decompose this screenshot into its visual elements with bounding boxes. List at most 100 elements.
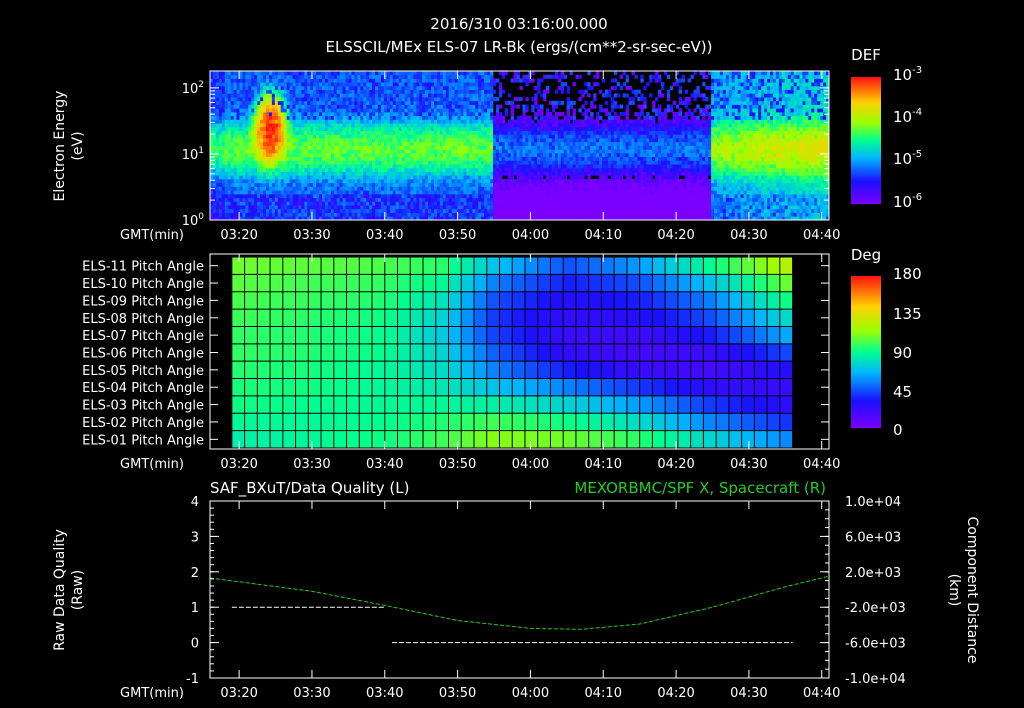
spectrogram-cell	[348, 175, 352, 180]
spectrogram-cell	[566, 190, 571, 195]
spectrogram-cell	[274, 186, 279, 191]
spectrogram-cell	[416, 175, 420, 180]
spectrogram-cell	[563, 193, 568, 199]
spectrogram-cell	[463, 115, 467, 120]
spectrogram-cell	[395, 74, 400, 79]
spectrogram-cell	[593, 104, 597, 109]
spectrogram-cell	[472, 78, 476, 83]
spectrogram-cell	[386, 89, 391, 94]
spectrogram-cell	[215, 167, 220, 172]
spectrogram-cell	[339, 71, 344, 76]
spectrogram-cell	[546, 193, 550, 199]
spectrogram-cell	[451, 123, 456, 128]
spectrogram-cell	[230, 167, 234, 172]
spectrogram-cell	[295, 138, 299, 143]
spectrogram-cell	[466, 156, 470, 161]
spectrogram-cell	[301, 205, 305, 210]
spectrogram-cell	[345, 149, 349, 154]
spectrogram-cell	[210, 175, 214, 180]
spectrogram-cell	[593, 164, 597, 169]
spectrogram-cell	[304, 212, 308, 217]
spectrogram-cell	[431, 78, 435, 83]
spectrogram-cell	[563, 134, 568, 139]
spectrogram-cell	[380, 78, 385, 83]
spectrogram-cell	[569, 145, 573, 150]
spectrogram-cell	[369, 115, 373, 120]
spectrogram-cell	[224, 197, 229, 202]
spectrogram-cell	[395, 197, 400, 202]
spectrogram-cell	[463, 130, 467, 135]
spectrogram-cell	[248, 141, 252, 146]
spectrogram-cell	[342, 171, 346, 176]
spectrogram-cell	[242, 78, 246, 83]
spectrogram-cell	[268, 164, 273, 169]
spectrogram-cell	[407, 175, 411, 180]
spectrogram-cell	[230, 149, 234, 154]
spectrogram-cell	[266, 141, 270, 146]
spectrogram-cell	[436, 179, 441, 184]
spectrogram-cell	[513, 193, 517, 199]
spectrogram-cell	[245, 123, 249, 128]
spectrogram-cell	[319, 152, 323, 158]
spectrogram-cell	[357, 201, 361, 206]
spectrogram-cell	[572, 201, 576, 206]
spectrogram-cell	[230, 182, 234, 187]
spectrogram-cell	[378, 171, 382, 176]
spectrogram-cell	[546, 145, 550, 150]
spectrogram-cell	[522, 115, 526, 120]
spectrogram-cell	[419, 126, 423, 132]
spectrogram-cell	[516, 115, 520, 120]
spectrogram-cell	[495, 164, 500, 169]
spectrogram-cell	[410, 179, 414, 184]
spectrogram-cell	[274, 71, 279, 76]
spectrogram-cell	[439, 156, 444, 161]
spectrogram-cell	[543, 141, 547, 146]
spectrogram-cell	[422, 175, 426, 180]
spectrogram-cell	[392, 141, 397, 146]
spectrogram-cell	[392, 108, 397, 113]
spectrogram-cell	[436, 149, 441, 154]
spectrogram-cell	[307, 71, 311, 76]
spectrogram-cell	[463, 138, 467, 143]
spectrogram-cell	[230, 205, 234, 210]
spectrogram-cell	[242, 82, 246, 87]
spectrogram-cell	[357, 164, 361, 169]
spectrogram-cell	[339, 145, 344, 150]
spectrogram-cell	[233, 212, 237, 217]
spectrogram-cell	[557, 145, 562, 150]
spectrogram-cell	[484, 138, 488, 143]
spectrogram-cell	[398, 193, 402, 199]
spectrogram-cell	[354, 97, 358, 102]
spectrogram-cell	[551, 134, 556, 139]
spectrogram-cell	[348, 78, 352, 83]
spectrogram-cell	[425, 186, 429, 191]
spectrogram-cell	[271, 141, 276, 146]
spectrogram-cell	[271, 111, 276, 117]
spectrogram-cell	[327, 126, 332, 132]
spectrogram-cell	[513, 141, 517, 146]
spectrogram-cell	[277, 212, 282, 217]
spectrogram-cell	[469, 126, 473, 132]
spectrogram-cell	[439, 97, 444, 102]
spectrogram-cell	[481, 201, 485, 206]
spectrogram-cell	[345, 134, 349, 139]
spectrogram-cell	[566, 193, 571, 199]
spectrogram-cell	[475, 149, 479, 154]
spectrogram-cell	[478, 182, 482, 187]
spectrogram-cell	[498, 190, 503, 195]
spectrogram-cell	[581, 186, 585, 191]
spectrogram-cell	[460, 164, 464, 169]
spectrogram-cell	[469, 208, 473, 213]
spectrogram-cell	[596, 119, 600, 124]
spectrogram-cell	[522, 160, 526, 165]
spectrogram-cell	[260, 115, 264, 120]
spectrogram-cell	[221, 164, 226, 169]
spectrogram-cell	[436, 212, 441, 217]
spectrogram-cell	[495, 78, 500, 83]
spectrogram-cell	[233, 164, 237, 169]
spectrogram-cell	[380, 130, 385, 135]
spectrogram-cell	[513, 123, 517, 128]
spectrogram-cell	[416, 115, 420, 120]
spectrogram-cell	[221, 126, 226, 132]
spectrogram-cell	[233, 93, 237, 98]
